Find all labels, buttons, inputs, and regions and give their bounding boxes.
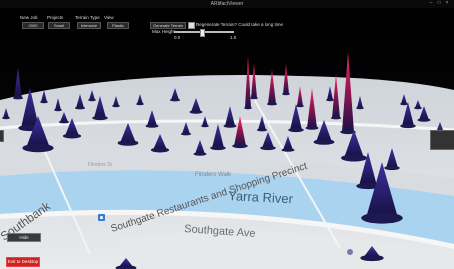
terrain-spike-base [92, 115, 108, 121]
terrain-spike-base [232, 143, 248, 149]
exit-to-desktop-button[interactable]: Exit to Desktop [6, 257, 40, 267]
place-pin-icon [347, 249, 353, 255]
new-job-value[interactable]: 2000 [22, 22, 44, 29]
terrain-spike-base [296, 104, 304, 108]
terrain-spike-base [313, 139, 335, 145]
terrain-spike-base [400, 102, 408, 106]
terrain-type-value[interactable]: Intensive [77, 22, 101, 29]
minimize-icon[interactable]: – [428, 1, 434, 6]
terrain-spike-base [74, 106, 86, 110]
terrain-spike-base [136, 102, 144, 106]
terrain-spike-base [117, 140, 139, 146]
menu-terrain-type[interactable]: Terrain Type [75, 15, 100, 20]
menu-projects[interactable]: Projects [47, 15, 63, 20]
menu-view[interactable]: View [104, 15, 114, 20]
terrain-spike-base [244, 106, 252, 110]
terrain-spike-base [417, 118, 431, 122]
max-height-slider-handle[interactable] [199, 29, 205, 37]
generate-terrain-button[interactable]: Generate Terrain [150, 22, 186, 29]
title-bar: ARtifactViewer – □ × [0, 0, 454, 8]
terrain-spike-base [288, 127, 304, 133]
view-value[interactable]: Plastic [107, 22, 129, 29]
terrain-spike-base [361, 212, 403, 224]
terrain-spike-base [201, 124, 209, 128]
job-menu: New Job Projects Terrain Type View 2000 … [0, 15, 160, 52]
terrain-spike-base [22, 143, 54, 153]
terrain-spike-base [223, 124, 237, 128]
street-flinders-st: Flinders St [88, 162, 113, 168]
terrain-spike-base [266, 102, 278, 106]
max-height-max: 1.0 [230, 35, 237, 40]
regenerate-checkbox[interactable] [188, 22, 195, 29]
terrain-spike-base [54, 108, 62, 112]
hide-button[interactable]: Hide [7, 233, 41, 242]
terrain-spike-base [330, 116, 342, 120]
terrain-spike-base [169, 98, 181, 102]
max-height-slider[interactable] [174, 29, 234, 37]
terrain-spike-base [282, 92, 290, 96]
projects-value[interactable]: Small [48, 22, 70, 29]
terrain-spike-base [88, 98, 96, 102]
terrain-spike-base [62, 133, 82, 139]
right-side-panel-tab[interactable] [430, 130, 454, 150]
terrain-spike-base [193, 152, 207, 156]
left-side-tab[interactable] [0, 130, 4, 142]
terrain-spike-base [360, 254, 384, 262]
menu-new-job[interactable]: New Job [20, 15, 38, 20]
terrain-spike-base [58, 120, 70, 124]
terrain-spike-base [384, 165, 400, 171]
terrain-spike-base [400, 123, 416, 129]
terrain-spike-base [180, 132, 192, 136]
terrain-spike-base [305, 126, 319, 130]
terrain-spike-base [256, 128, 268, 132]
terrain-spike-base [145, 124, 159, 128]
terrain-spike-base [260, 145, 276, 151]
terrain-spike-base [356, 106, 364, 110]
terrain-spike-base [12, 96, 24, 100]
terrain-spike-base [189, 110, 203, 114]
terrain-spike-base [281, 148, 295, 152]
terrain-viewport[interactable]: Yarra River Southgate Ave Flinders Walk … [0, 8, 454, 269]
street-flinders-walk: Flinders Walk [195, 172, 232, 178]
terrain-spike-base [341, 154, 367, 162]
max-height-label: Max Height [152, 29, 175, 34]
max-height-min: 0.0 [174, 35, 181, 40]
terrain-spike-base [2, 116, 10, 120]
terrain-spike-base [150, 147, 170, 153]
terrain-spike-base [326, 98, 334, 102]
maximize-icon[interactable]: □ [436, 1, 442, 6]
regenerate-label: Regenerate Terrain? Could take a long ti… [196, 22, 283, 27]
terrain-spike-base [112, 104, 120, 108]
app-window: ARtifactViewer – □ × Yarra River Southga… [0, 0, 454, 269]
close-icon[interactable]: × [444, 1, 450, 6]
terrain-spike-base [250, 96, 258, 100]
terrain-spike-base [210, 145, 226, 151]
terrain-spike-base [414, 106, 422, 110]
window-title: ARtifactViewer [210, 1, 244, 7]
terrain-spike-base [40, 100, 48, 104]
